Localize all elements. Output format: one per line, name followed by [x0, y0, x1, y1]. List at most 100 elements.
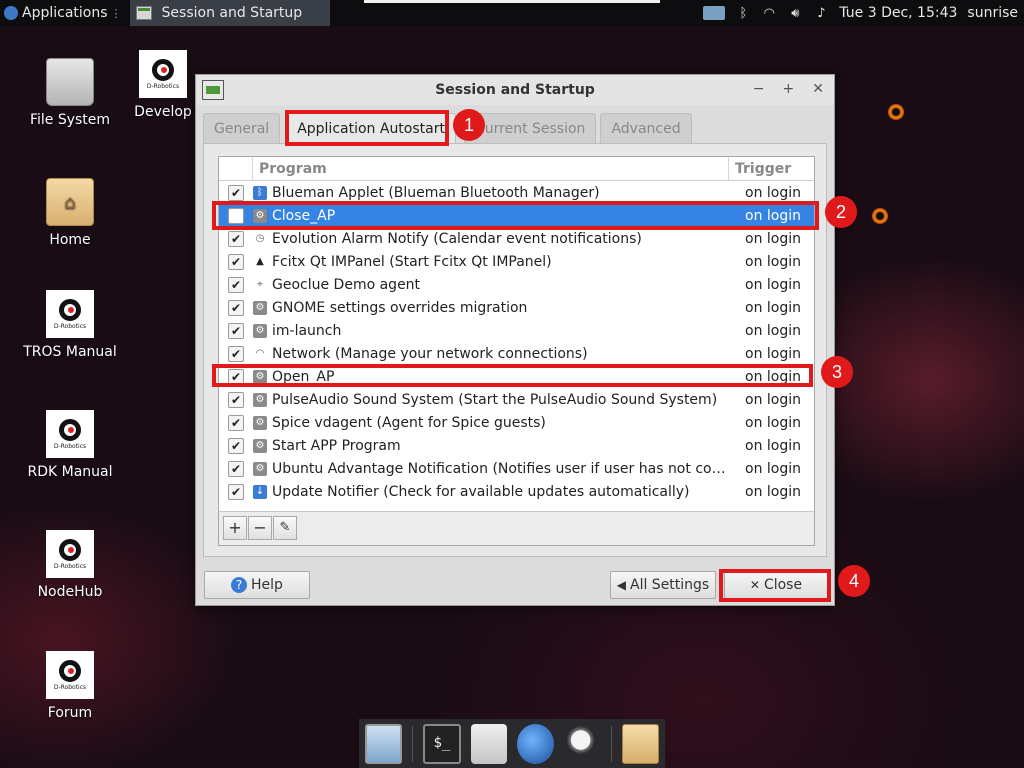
window-app-icon	[202, 80, 224, 100]
help-icon: ?	[231, 577, 248, 593]
taskbar-label: Session and Startup	[161, 5, 303, 21]
folder-icon[interactable]	[621, 723, 660, 764]
bluetooth-icon[interactable]: ᛒ	[735, 6, 751, 21]
notification-bell-icon[interactable]: ♪	[813, 6, 829, 21]
trigger-value: on login	[745, 184, 801, 201]
program-name: Fcitx Qt IMPanel (Start Fcitx Qt IMPanel…	[272, 253, 552, 270]
autostart-checkbox[interactable]: ✔	[228, 345, 244, 362]
autostart-checkbox[interactable]: ✔	[228, 483, 244, 500]
applications-menu-button[interactable]: Applications ⋮	[0, 0, 126, 26]
desktop-icon-develop[interactable]: D-Robotics Develop	[120, 50, 206, 120]
autostart-checkbox[interactable]: ✔	[228, 460, 244, 477]
add-button[interactable]: +	[223, 516, 247, 540]
checkbox-column-header	[219, 157, 253, 180]
tab-general[interactable]: General	[203, 113, 281, 143]
tab-advanced[interactable]: Advanced	[600, 113, 692, 143]
trigger-value: on login	[745, 207, 801, 224]
maximize-icon[interactable]: +	[783, 81, 795, 97]
window-titlebar[interactable]: Session and Startup − + ✕	[196, 75, 834, 105]
trigger-value: on login	[745, 437, 801, 454]
autostart-checkbox[interactable]: ✔	[228, 322, 244, 339]
tab-application-autostart[interactable]: Application Autostart	[286, 113, 456, 143]
trigger-value: on login	[745, 483, 801, 500]
program-name: im-launch	[272, 322, 342, 339]
gear-icon: ⚙	[253, 369, 267, 384]
app-finder-icon[interactable]	[564, 723, 602, 764]
table-row[interactable]: ⚙ Close_AP on login	[219, 204, 814, 227]
program-name: Ubuntu Advantage Notification (Notifies …	[272, 460, 729, 477]
wifi-icon: ◠	[255, 347, 265, 359]
table-row[interactable]: ✔ ᛒ Blueman Applet (Blueman Bluetooth Mana…	[219, 181, 814, 204]
wifi-icon[interactable]: ◠	[761, 6, 777, 21]
autostart-panel: Program Trigger ✔ ᛒ Blueman Applet (Bluema…	[203, 143, 827, 557]
desktop-icon-forum[interactable]: D-Robotics Forum	[10, 651, 130, 721]
wallpaper-orb	[872, 208, 888, 224]
trigger-column-header[interactable]: Trigger	[729, 157, 791, 180]
web-browser-icon[interactable]	[517, 723, 555, 764]
taskbar-session-startup[interactable]: Session and Startup	[129, 0, 330, 26]
autostart-checkbox[interactable]: ✔	[228, 299, 244, 316]
terminal-icon[interactable]: $_	[423, 723, 461, 764]
close-icon[interactable]: ✕	[812, 81, 824, 97]
autostart-checkbox[interactable]: ✔	[228, 253, 244, 270]
table-row[interactable]: ✔ ⚙ Open_AP on login	[219, 365, 814, 388]
autostart-list[interactable]: Program Trigger ✔ ᛒ Blueman Applet (Bluema…	[218, 156, 815, 546]
table-row[interactable]: ✔ ⚙ GNOME settings overrides migration on l…	[219, 296, 814, 319]
show-desktop-icon[interactable]	[365, 723, 403, 764]
program-column-header[interactable]: Program	[253, 157, 729, 180]
autostart-checkbox[interactable]: ✔	[228, 184, 244, 201]
remove-button[interactable]: −	[248, 516, 272, 540]
autostart-checkbox[interactable]: ✔	[228, 368, 244, 385]
desktop-icon-file-system[interactable]: File System	[10, 58, 130, 128]
table-row[interactable]: ✔ ◷ Evolution Alarm Notify (Calendar event…	[219, 227, 814, 250]
gear-icon: ⚙	[253, 300, 267, 315]
desktop-icon-home[interactable]: ⌂ Home	[10, 178, 130, 248]
list-toolbar: + − ✎	[219, 511, 814, 545]
gear-icon: ⚙	[253, 461, 267, 476]
help-label: Help	[251, 577, 283, 593]
trigger-value: on login	[745, 414, 801, 431]
clock[interactable]: Tue 3 Dec, 15:43	[839, 5, 957, 21]
table-row[interactable]: ✔ ⚙ Ubuntu Advantage Notification (Notifie…	[219, 457, 814, 480]
table-row[interactable]: ✔ ⌖ Geoclue Demo agent on login	[219, 273, 814, 296]
printer-icon[interactable]	[703, 6, 726, 20]
clock-icon: ◷	[255, 232, 265, 244]
autostart-checkbox[interactable]: ✔	[228, 414, 244, 431]
table-row[interactable]: ✔ ◠ Network (Manage your network connectio…	[219, 342, 814, 365]
system-tray: ᛒ ◠ 🔊︎ ♪ Tue 3 Dec, 15:43 sunrise	[703, 0, 1024, 26]
trigger-value: on login	[745, 299, 801, 316]
desktop-icon-rdk-manual[interactable]: D-Robotics RDK Manual	[10, 410, 130, 480]
autostart-checkbox[interactable]: ✔	[228, 276, 244, 293]
table-row[interactable]: ✔ ↓ Update Notifier (Check for available u…	[219, 480, 814, 503]
minimize-icon[interactable]: −	[753, 81, 765, 97]
table-row[interactable]: ✔ ⚙ Spice vdagent (Agent for Spice guests)…	[219, 411, 814, 434]
all-settings-button[interactable]: ◀ All Settings	[610, 571, 716, 599]
autostart-checkbox[interactable]: ✔	[228, 437, 244, 454]
table-row[interactable]: ✔ ⚙ PulseAudio Sound System (Start the Pul…	[219, 388, 814, 411]
trigger-value: on login	[745, 230, 801, 247]
window-footer: ? Help ◀ All Settings ✕ Close	[196, 569, 836, 605]
desktop-icon-tros-manual[interactable]: D-Robotics TROS Manual	[10, 290, 130, 360]
close-button[interactable]: ✕ Close	[724, 571, 828, 599]
menu-separator-icon: ⋮	[110, 6, 122, 20]
desktop-icon-label: NodeHub	[37, 584, 103, 600]
autostart-checkbox[interactable]: ✔	[228, 230, 244, 247]
volume-icon[interactable]: 🔊︎	[787, 6, 803, 21]
file-manager-icon[interactable]	[470, 723, 508, 764]
table-row[interactable]: ✔ ▲ Fcitx Qt IMPanel (Start Fcitx Qt IMPan…	[219, 250, 814, 273]
autostart-checkbox[interactable]: ✔	[228, 391, 244, 408]
dock-separator	[611, 725, 612, 762]
help-button[interactable]: ? Help	[204, 571, 310, 599]
edit-button[interactable]: ✎	[273, 516, 297, 540]
trigger-value: on login	[745, 345, 801, 362]
desktop-icon-nodehub[interactable]: D-Robotics NodeHub	[10, 530, 130, 600]
d-robotics-icon: D-Robotics	[46, 651, 94, 699]
trigger-value: on login	[745, 460, 801, 477]
desktop-icon-label: File System	[29, 112, 111, 128]
user-menu[interactable]: sunrise	[967, 5, 1018, 21]
table-row[interactable]: ✔ ⚙ Start APP Program on login	[219, 434, 814, 457]
autostart-checkbox[interactable]	[228, 207, 244, 224]
drive-icon	[46, 58, 94, 106]
all-settings-label: All Settings	[630, 577, 710, 593]
table-row[interactable]: ✔ ⚙ im-launch on login	[219, 319, 814, 342]
